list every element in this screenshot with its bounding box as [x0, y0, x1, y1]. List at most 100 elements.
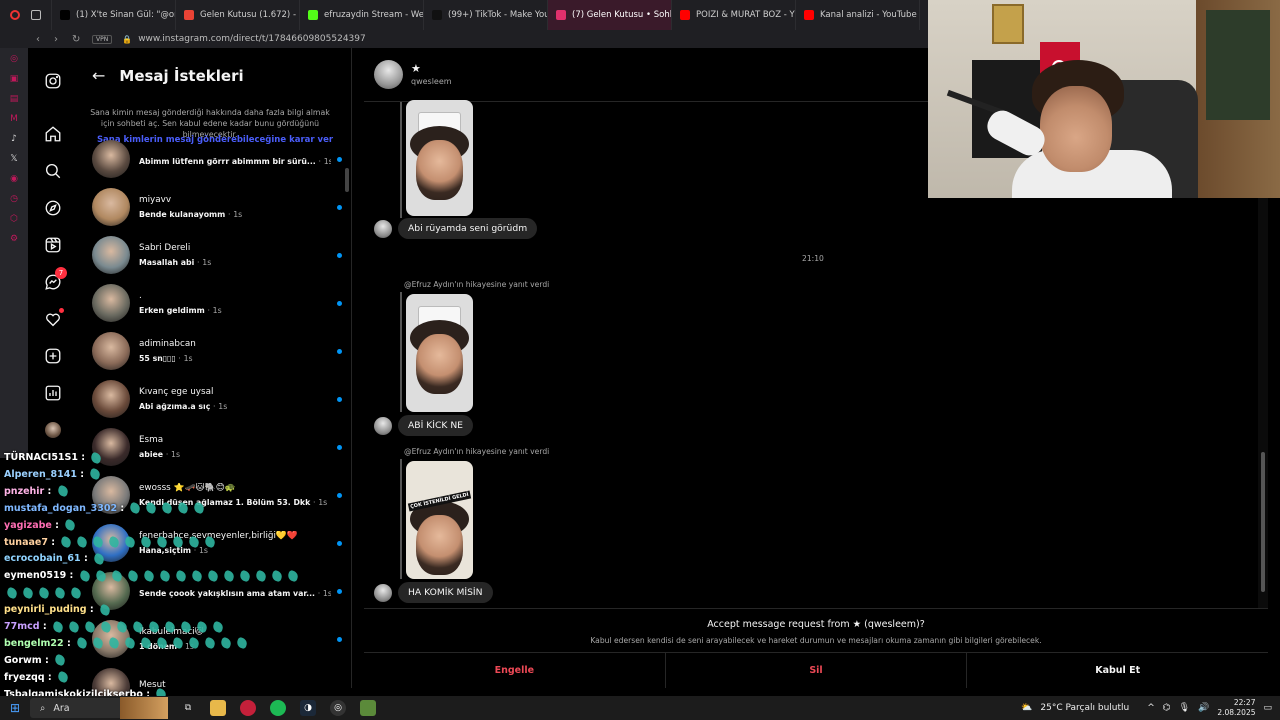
- history-sidebar-icon[interactable]: ◷: [10, 194, 18, 204]
- vpn-badge[interactable]: VPN: [92, 34, 113, 44]
- settings-sidebar-icon[interactable]: ⚙: [10, 234, 18, 244]
- pinned-sidebar-icon[interactable]: ⬡: [10, 214, 18, 224]
- request-row[interactable]: Sabri Dereli Masallah abi · 1s: [92, 232, 342, 278]
- chat-line: yagizabe :: [4, 518, 78, 532]
- message-bubble[interactable]: HA KOMİK MİSİN: [398, 582, 493, 603]
- windows-start-icon[interactable]: ⊞: [0, 701, 30, 715]
- contact-display-name[interactable]: ★: [411, 62, 421, 75]
- x-sidebar-icon[interactable]: 𝕏: [10, 154, 17, 164]
- mail-sidebar-icon[interactable]: ▤: [10, 94, 19, 104]
- conversation-scroll-thumb[interactable]: [1261, 452, 1265, 592]
- gem-emote-icon: [59, 535, 73, 549]
- weather-text[interactable]: 25°C Parçalı bulutlu: [1040, 703, 1129, 713]
- requests-scrollbar[interactable]: [344, 148, 350, 688]
- request-row[interactable]: Ikabulelmaci🐱 1 dönem · 1s: [92, 616, 342, 662]
- messenger-icon[interactable]: ◎: [10, 54, 18, 64]
- taskbar-apps: ⧉ ◑ ◎: [180, 700, 376, 716]
- gmail-sidebar-icon[interactable]: M: [10, 114, 18, 124]
- instagram-sidebar-icon[interactable]: ▣: [10, 74, 19, 84]
- request-row[interactable]: ewosss ⭐🛹🐱🐘😊🐢 Kendi düşen ağlamaz 1. Bölü…: [92, 472, 342, 518]
- contact-avatar[interactable]: [374, 60, 403, 89]
- accept-button[interactable]: Kabul Et: [967, 653, 1268, 688]
- volume-icon[interactable]: 🔊: [1198, 703, 1209, 713]
- request-row[interactable]: Abimm lütfenn görrr abimmm bir sürü... ·…: [92, 136, 342, 182]
- unread-dot: [337, 396, 342, 402]
- browser-tab[interactable]: Kanal analizi - YouTube: [796, 0, 920, 30]
- contact-username[interactable]: qwesleem: [411, 77, 452, 86]
- story-thumbnail[interactable]: [406, 294, 473, 412]
- player-sidebar-icon[interactable]: ◉: [10, 174, 18, 184]
- notifications-icon[interactable]: [41, 307, 65, 331]
- search-icon[interactable]: [41, 159, 65, 183]
- profile-avatar[interactable]: [41, 418, 65, 442]
- forward-icon[interactable]: ›: [54, 34, 58, 45]
- dashboard-icon[interactable]: [41, 381, 65, 405]
- request-row[interactable]: adiminabcan 55 sn▯▯▯ · 1s: [92, 328, 342, 374]
- messages-icon[interactable]: 7: [41, 267, 67, 294]
- back-icon[interactable]: ‹: [36, 34, 40, 45]
- delete-button[interactable]: Sil: [666, 653, 968, 688]
- request-preview: Masallah abi · 1s: [139, 258, 331, 267]
- request-text: ewosss ⭐🛹🐱🐘😊🐢 Kendi düşen ağlamaz 1. Bölü…: [139, 483, 331, 507]
- mic-icon[interactable]: 🎙: [1179, 703, 1190, 713]
- browser-sidebar: ◎ ▣ ▤ M ♪ 𝕏 ◉ ◷ ⬡ ⚙: [0, 48, 28, 458]
- workspace-icon[interactable]: [30, 10, 41, 20]
- instagram-logo-icon[interactable]: [41, 69, 65, 93]
- reload-icon[interactable]: ↻: [72, 34, 80, 45]
- request-row[interactable]: Sende çoook yakışklısın ama atam var... …: [92, 568, 342, 614]
- browser-tab[interactable]: efruzaydin Stream - We: [300, 0, 424, 30]
- request-row[interactable]: miyavv Bende kulanayomm · 1s: [92, 184, 342, 230]
- obs-icon[interactable]: ◎: [330, 700, 346, 716]
- create-icon[interactable]: [41, 344, 65, 368]
- request-preview: Hana,siçtim · 1s: [139, 546, 331, 555]
- file-explorer-icon[interactable]: [210, 700, 226, 716]
- opera-taskbar-icon[interactable]: [240, 700, 256, 716]
- requests-header: ← Mesaj İstekleri: [92, 66, 244, 85]
- story-thumbnail[interactable]: [406, 100, 473, 216]
- request-time-sep: ·: [165, 450, 169, 459]
- unread-dot: [337, 204, 342, 210]
- kick-icon: [308, 10, 318, 20]
- browser-tab[interactable]: (7) Gelen Kutusu • Sohbe: [548, 0, 672, 30]
- chat-username: pnzehir: [4, 485, 45, 497]
- block-button[interactable]: Engelle: [364, 653, 666, 688]
- request-row[interactable]: Kıvanç ege uysal Abi ağzıma.a sıç · 1s: [92, 376, 342, 422]
- chat-username: Alperen_8141: [4, 468, 77, 480]
- tray-chevron-icon[interactable]: ^: [1147, 703, 1155, 713]
- spotify-icon[interactable]: [270, 700, 286, 716]
- steam-icon[interactable]: ◑: [300, 700, 316, 716]
- task-view-icon[interactable]: ⧉: [180, 700, 196, 716]
- request-row[interactable]: fenerbahce,sevmeyenler,birliği💛❤️ Hana,si…: [92, 520, 342, 566]
- browser-tab[interactable]: (1) X'te Sinan Gül: "@on: [52, 0, 176, 30]
- weather-icon[interactable]: ⛅: [1021, 703, 1032, 713]
- reels-icon[interactable]: [41, 233, 65, 257]
- request-text: . Erken geldimm · 1s: [139, 291, 331, 315]
- clock[interactable]: 22:27 2.08.2025: [1217, 698, 1255, 718]
- request-row[interactable]: . Erken geldimm · 1s: [92, 280, 342, 326]
- request-row[interactable]: Esma abiee · 1s: [92, 424, 342, 470]
- request-preview: abiee · 1s: [139, 450, 331, 459]
- clock-date: 2.08.2025: [1217, 708, 1256, 717]
- message-bubble[interactable]: ABİ KİCK NE: [398, 415, 473, 436]
- requests-scroll-thumb[interactable]: [345, 168, 349, 192]
- browser-tab[interactable]: POIZI & MURAT BOZ - Y: [672, 0, 796, 30]
- request-time: 1s: [212, 306, 222, 315]
- request-preview: Sende çoook yakışklısın ama atam var... …: [139, 589, 331, 598]
- home-icon[interactable]: [41, 122, 65, 146]
- message-bubble[interactable]: Abi rüyamda seni görüdm: [398, 218, 538, 239]
- lock-icon[interactable]: 🔒: [122, 35, 132, 44]
- tiktok-sidebar-icon[interactable]: ♪: [11, 134, 17, 144]
- request-time-sep: ·: [197, 258, 200, 267]
- story-thumbnail[interactable]: ÇOK İSTENİLDİ GELDİ: [406, 461, 473, 579]
- notification-center-icon[interactable]: ▭: [1263, 703, 1272, 713]
- browser-tab[interactable]: Gelen Kutusu (1.672) - e: [176, 0, 300, 30]
- minecraft-icon[interactable]: [360, 700, 376, 716]
- network-icon[interactable]: ⌬: [1163, 703, 1171, 713]
- explore-icon[interactable]: [41, 196, 65, 220]
- request-time-sep: ·: [207, 306, 210, 315]
- browser-controls[interactable]: [0, 0, 52, 30]
- browser-tab[interactable]: (99+) TikTok - Make You: [424, 0, 548, 30]
- request-time-sep: ·: [313, 498, 316, 507]
- back-arrow-icon[interactable]: ←: [92, 66, 105, 85]
- url-field[interactable]: www.instagram.com/direct/t/1784660980552…: [138, 34, 366, 44]
